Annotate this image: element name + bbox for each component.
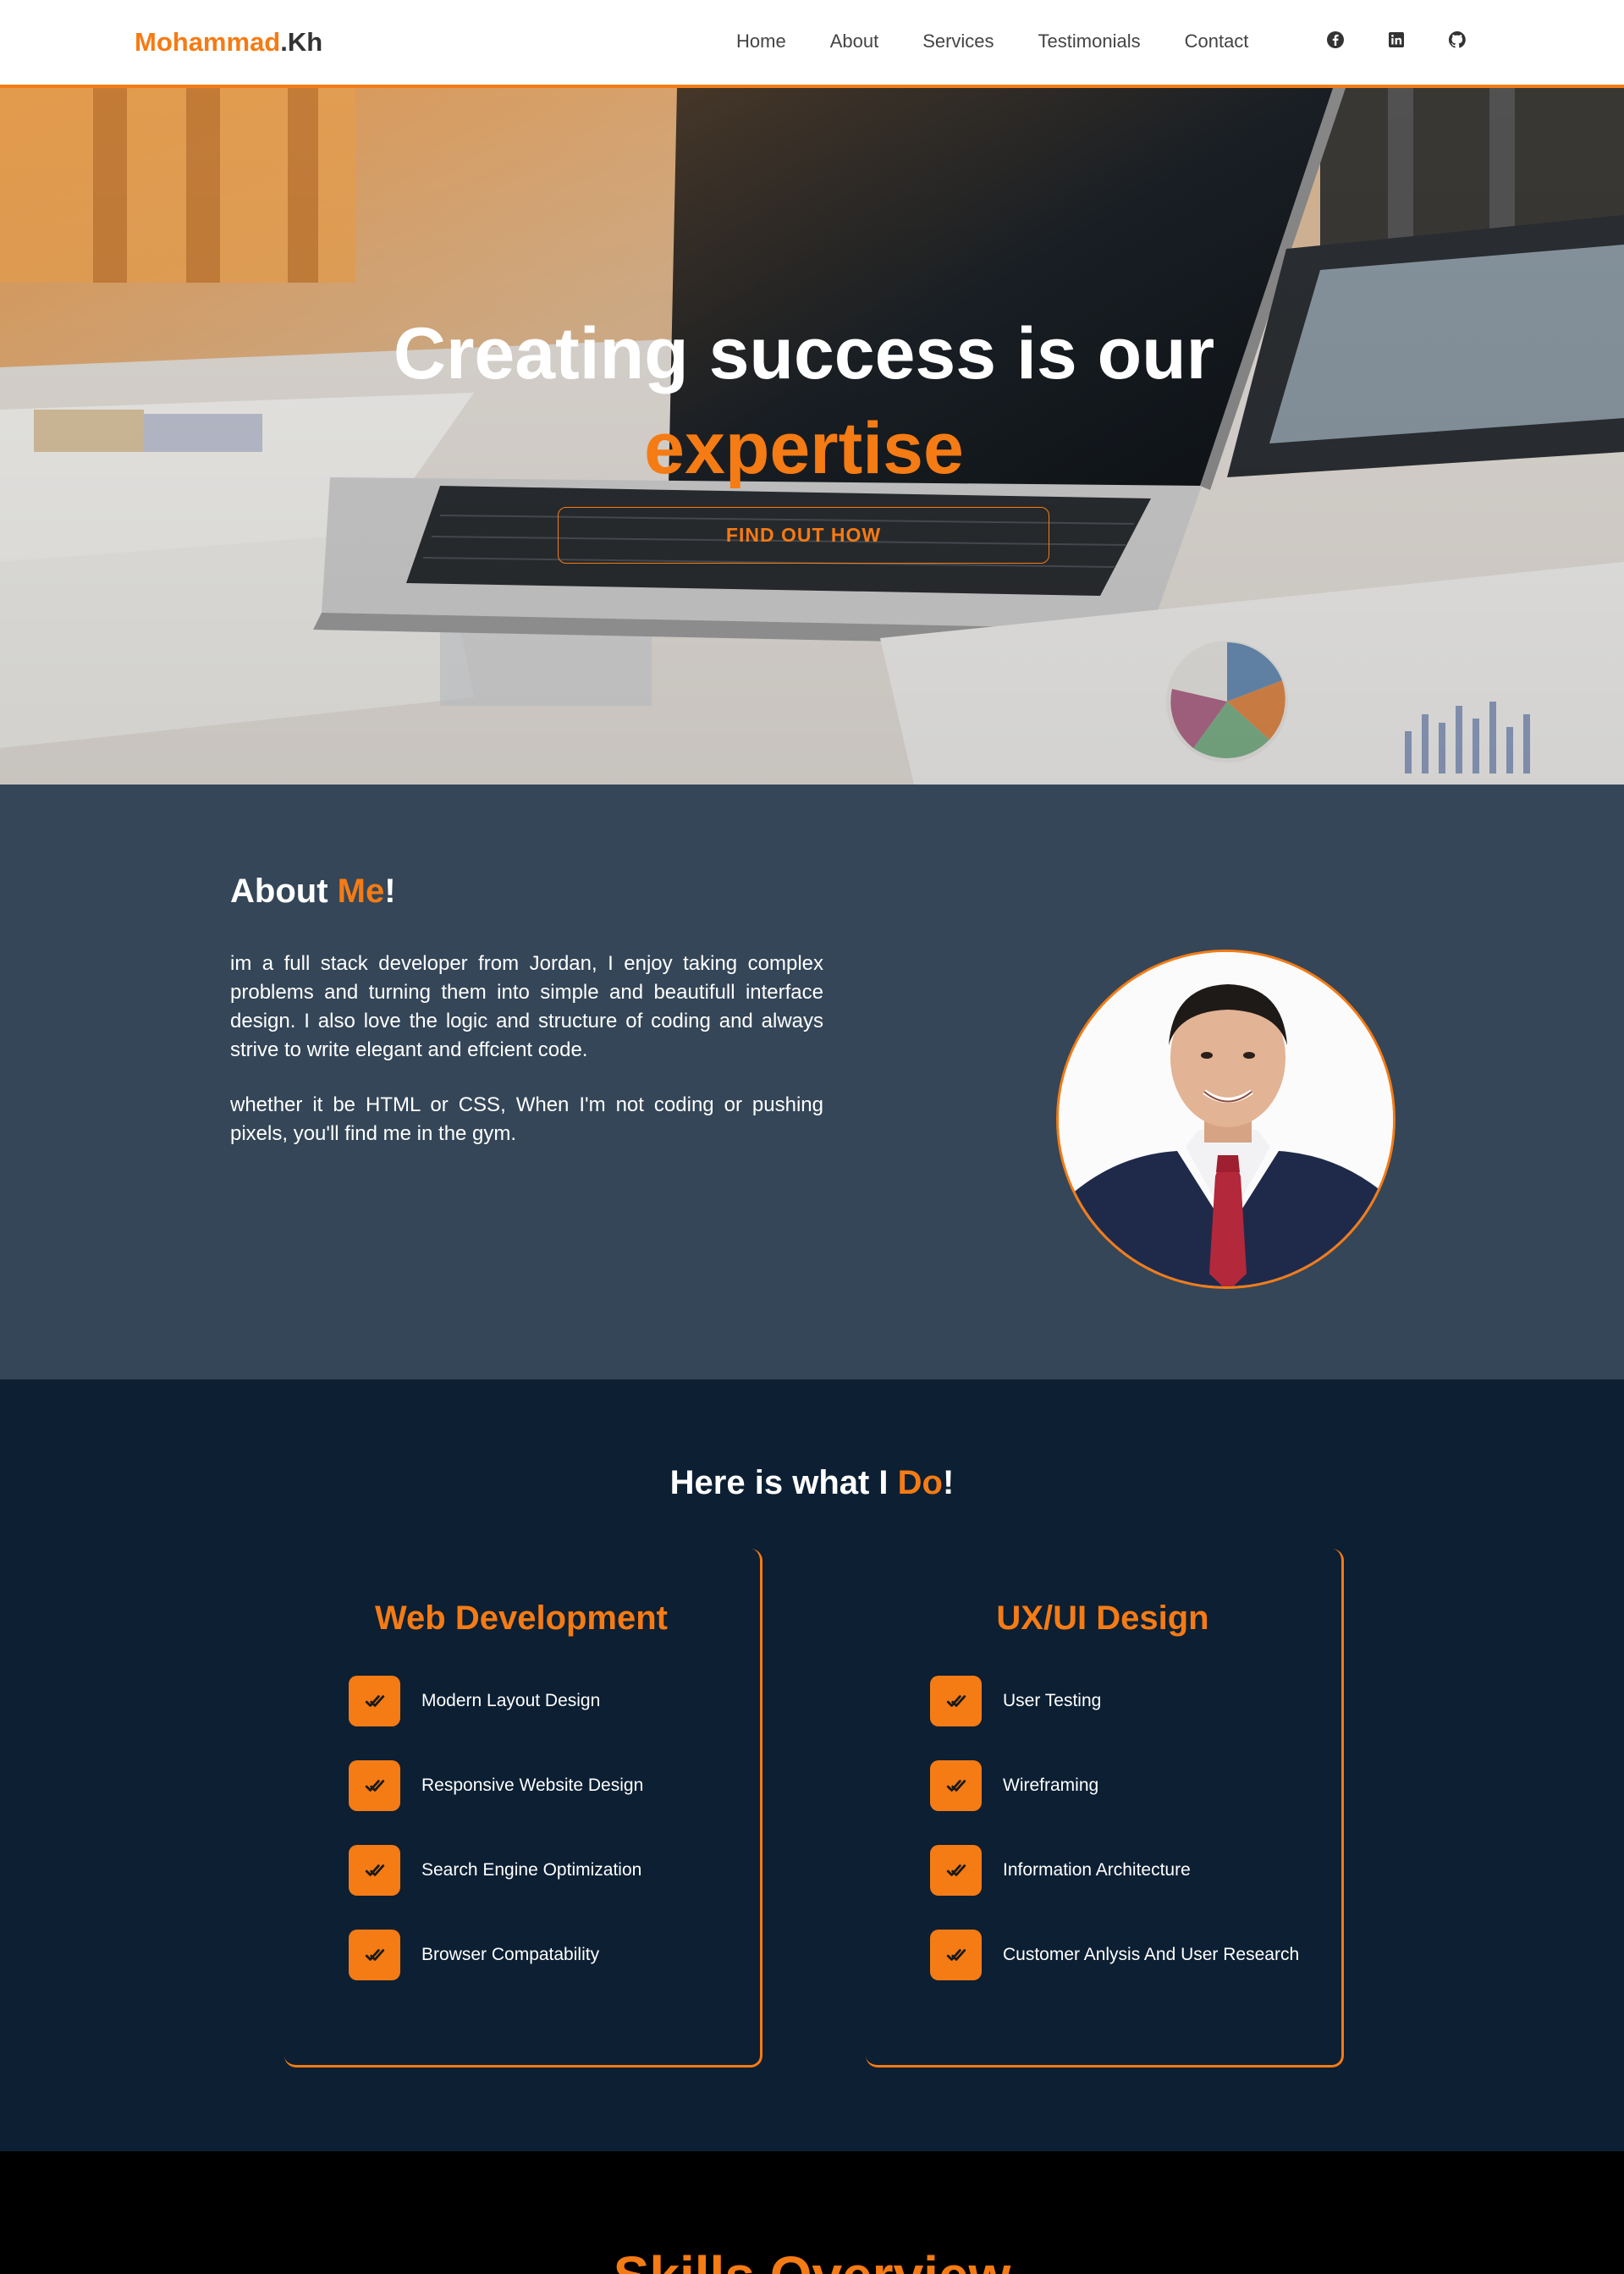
profile-photo — [1056, 950, 1396, 1289]
service-item-label: Responsive Website Design — [421, 1776, 644, 1795]
hero-title-line1: Creating success is our — [393, 313, 1215, 394]
brand-last-name: .Kh — [280, 27, 323, 57]
find-out-how-button[interactable]: FIND OUT HOW — [558, 507, 1049, 564]
service-list-item: Search Engine Optimization — [349, 1845, 643, 1896]
about-heading-highlight: Me — [337, 873, 385, 910]
nav-links: Home About Services Testimonials Contact — [736, 30, 1292, 52]
services-heading-suffix: ! — [942, 1464, 955, 1501]
about-paragraph-2: whether it be HTML or CSS, When I'm not … — [230, 1093, 823, 1145]
service-list-item: Modern Layout Design — [349, 1676, 643, 1726]
service-list: Modern Layout Design Responsive Website … — [349, 1676, 643, 2014]
about-heading-prefix: About — [230, 873, 338, 910]
service-card-title: Web Development — [375, 1600, 668, 1637]
double-check-icon — [930, 1760, 982, 1811]
service-list-item: Information Architecture — [930, 1845, 1299, 1896]
service-list-item: Customer Anlysis And User Research — [930, 1930, 1299, 1980]
skills-heading: Skills Overview — [0, 2244, 1624, 2274]
services-heading-prefix: Here is what I — [669, 1464, 898, 1501]
nav-link-about[interactable]: About — [830, 30, 879, 52]
service-list-item: Wireframing — [930, 1760, 1299, 1811]
about-heading: About Me! — [230, 873, 396, 911]
about-section: About Me! im a full stack developer from… — [0, 785, 1624, 1379]
about-heading-suffix: ! — [384, 873, 396, 910]
double-check-icon — [349, 1676, 400, 1726]
service-card-web-development: Web Development Modern Layout Design Res… — [284, 1549, 762, 2068]
double-check-icon — [349, 1845, 400, 1896]
service-card-title: UX/UI Design — [996, 1600, 1209, 1637]
service-card-ux-ui-design: UX/UI Design User Testing Wireframing In… — [866, 1549, 1344, 2068]
services-section: Here is what I Do! Web Development Moder… — [0, 1379, 1624, 2151]
service-item-label: Wireframing — [1003, 1776, 1099, 1795]
service-list-item: Responsive Website Design — [349, 1760, 643, 1811]
service-item-label: Search Engine Optimization — [421, 1860, 642, 1880]
facebook-icon[interactable] — [1325, 30, 1346, 50]
brand-logo[interactable]: Mohammad.Kh — [135, 27, 322, 58]
social-links — [1325, 30, 1467, 50]
double-check-icon — [349, 1760, 400, 1811]
service-list: User Testing Wireframing Information Arc… — [930, 1676, 1299, 2014]
service-list-item: Browser Compatability — [349, 1930, 643, 1980]
linkedin-icon[interactable] — [1386, 30, 1407, 50]
hero-title-highlight: expertise — [644, 408, 964, 489]
github-icon[interactable] — [1447, 30, 1467, 50]
service-list-item: User Testing — [930, 1676, 1299, 1726]
double-check-icon — [930, 1676, 982, 1726]
double-check-icon — [930, 1845, 982, 1896]
service-item-label: Customer Anlysis And User Research — [1003, 1945, 1300, 1964]
navbar: Mohammad.Kh Home About Services Testimon… — [0, 0, 1624, 88]
nav-link-services[interactable]: Services — [922, 30, 994, 52]
hero-title: Creating success is our expertise — [0, 306, 1608, 496]
nav-link-home[interactable]: Home — [736, 30, 786, 52]
about-paragraph-1: im a full stack developer from Jordan, I… — [230, 952, 823, 1061]
double-check-icon — [930, 1930, 982, 1980]
service-item-label: Modern Layout Design — [421, 1691, 601, 1710]
services-heading: Here is what I Do! — [0, 1464, 1624, 1502]
skills-section: Skills Overview — [0, 2151, 1624, 2274]
hero-section: Creating success is our expertise FIND O… — [0, 88, 1624, 785]
service-item-label: Information Architecture — [1003, 1860, 1191, 1880]
service-item-label: Browser Compatability — [421, 1945, 600, 1964]
service-item-label: User Testing — [1003, 1691, 1102, 1710]
nav-link-testimonials[interactable]: Testimonials — [1038, 30, 1141, 52]
brand-first-name: Mohammad — [135, 27, 281, 57]
double-check-icon — [349, 1930, 400, 1980]
services-heading-highlight: Do — [897, 1464, 943, 1501]
nav-link-contact[interactable]: Contact — [1185, 30, 1249, 52]
